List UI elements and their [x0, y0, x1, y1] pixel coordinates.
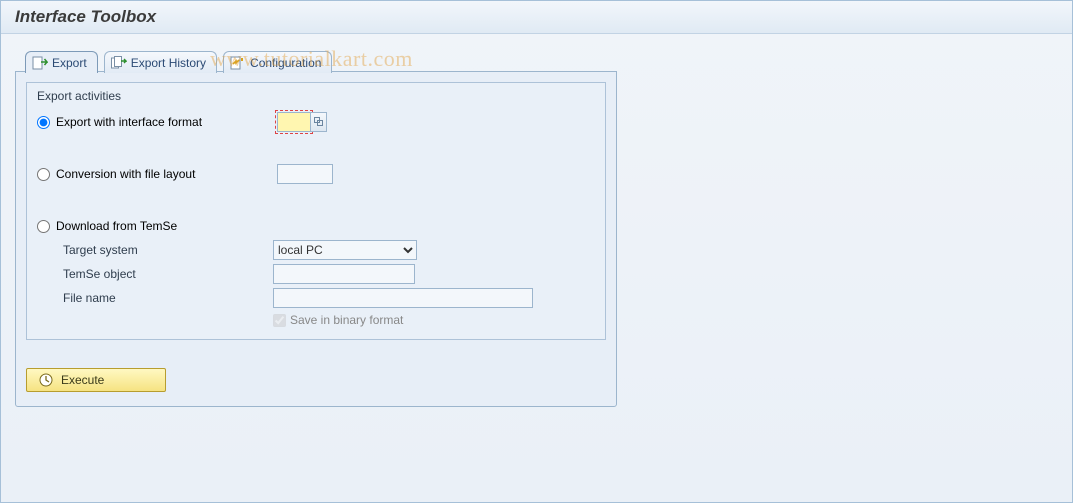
content-area: Export Export History Configuration [1, 34, 1072, 421]
tab-export-history[interactable]: Export History [104, 51, 217, 73]
tabstrip: Export Export History Configuration [25, 50, 1058, 72]
app-window: Interface Toolbox www.tutorialkart.com E… [0, 0, 1073, 503]
radio-download-temse-input[interactable] [37, 220, 50, 233]
configuration-icon [230, 56, 246, 70]
radio-label: Conversion with file layout [56, 167, 195, 181]
target-system-select[interactable]: local PC [273, 240, 417, 260]
file-name-label: File name [63, 291, 273, 305]
export-page-icon [32, 56, 48, 70]
temse-object-label: TemSe object [63, 267, 273, 281]
radio-download-temse[interactable]: Download from TemSe [37, 219, 277, 233]
tab-label: Export [52, 56, 87, 70]
binary-format-label: Save in binary format [290, 313, 403, 327]
window-title-bar: Interface Toolbox [1, 1, 1072, 34]
file-name-input[interactable] [273, 288, 533, 308]
export-history-icon [111, 56, 127, 70]
tab-configuration[interactable]: Configuration [223, 51, 332, 73]
tab-panel-export: Export activities Export with interface … [15, 71, 617, 407]
interface-format-input[interactable] [277, 112, 311, 132]
radio-conversion[interactable]: Conversion with file layout [37, 167, 277, 181]
radio-conversion-input[interactable] [37, 168, 50, 181]
tab-label: Export History [131, 56, 206, 70]
radio-label: Export with interface format [56, 115, 202, 129]
f4-help-icon [314, 117, 324, 127]
tab-label: Configuration [250, 56, 321, 70]
binary-format-checkbox [273, 314, 286, 327]
group-title: Export activities [37, 89, 595, 103]
value-help-button[interactable] [311, 112, 327, 132]
target-system-label: Target system [63, 243, 273, 257]
window-title: Interface Toolbox [15, 7, 156, 26]
execute-clock-icon [39, 373, 53, 387]
execute-button[interactable]: Execute [26, 368, 166, 392]
execute-label: Execute [61, 373, 104, 387]
radio-label: Download from TemSe [56, 219, 177, 233]
radio-export-interface[interactable]: Export with interface format [37, 115, 277, 129]
temse-object-input[interactable] [273, 264, 415, 284]
conversion-layout-input[interactable] [277, 164, 333, 184]
tab-export[interactable]: Export [25, 51, 98, 73]
export-activities-group: Export activities Export with interface … [26, 82, 606, 340]
radio-export-interface-input[interactable] [37, 116, 50, 129]
